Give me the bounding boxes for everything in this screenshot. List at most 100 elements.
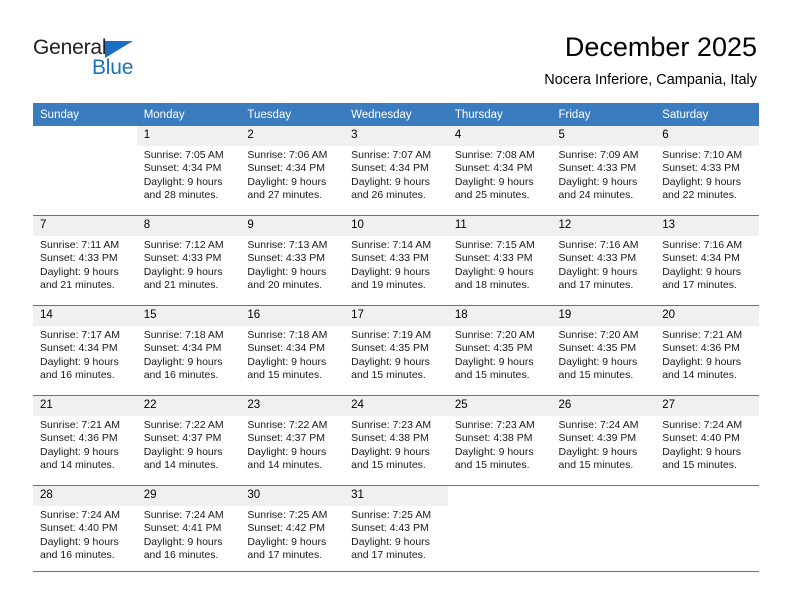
day-daylight2-text: and 15 minutes. <box>662 458 737 471</box>
day-daylight2-text: and 19 minutes. <box>351 278 426 291</box>
calendar-day-cell[interactable]: 26 Sunrise: 7:24 AM Sunset: 4:39 PM Dayligh… <box>551 395 656 486</box>
day-daylight2-text: and 28 minutes. <box>143 188 219 201</box>
day-daylight2-text: and 17 minutes. <box>351 548 426 561</box>
day-sunrise-text: Sunrise: 7:21 AM <box>662 329 743 341</box>
calendar-day-cell[interactable]: 28 Sunrise: 7:24 AM Sunset: 4:40 PM Dayligh… <box>33 485 137 575</box>
day-sunset-text: Sunset: 4:35 PM <box>454 342 533 355</box>
day-daylight2-text: and 25 minutes. <box>454 188 530 201</box>
day-sunrise-text: Sunrise: 7:20 AM <box>558 329 639 341</box>
day-daylight1-text: Daylight: 9 hours <box>454 265 534 278</box>
day-number: 13 <box>655 216 759 236</box>
day-sunset-text: Sunset: 4:34 PM <box>454 162 533 175</box>
day-cell-inner: 31 Sunrise: 7:25 AM Sunset: 4:43 PM Dayligh… <box>344 486 448 575</box>
calendar-day-cell[interactable]: 23 Sunrise: 7:22 AM Sunset: 4:37 PM Dayligh… <box>240 395 345 486</box>
day-daylight1-text: Daylight: 9 hours <box>454 445 534 458</box>
calendar-cell-empty <box>551 485 656 575</box>
day-daylight1-text: Daylight: 9 hours <box>143 445 223 458</box>
calendar-day-cell[interactable]: 10 Sunrise: 7:14 AM Sunset: 4:33 PM Dayligh… <box>344 215 448 306</box>
calendar-day-cell[interactable]: 24 Sunrise: 7:23 AM Sunset: 4:38 PM Dayligh… <box>344 395 448 486</box>
day-sunset-text: Sunset: 4:43 PM <box>351 522 429 535</box>
page-title: December 2025 <box>564 32 757 62</box>
day-details: Sunrise: 7:20 AM Sunset: 4:35 PM Daylight:… <box>552 326 656 382</box>
calendar-day-cell[interactable]: 8 Sunrise: 7:12 AM Sunset: 4:33 PM Daylight… <box>136 215 241 306</box>
page-header: General Blue December 2025 Nocera Inferi… <box>0 0 792 100</box>
calendar-day-cell[interactable]: 18 Sunrise: 7:20 AM Sunset: 4:35 PM Dayligh… <box>447 305 552 396</box>
day-number: 22 <box>136 396 241 416</box>
day-daylight1-text: Daylight: 9 hours <box>558 445 638 458</box>
day-cell-inner: 6 Sunrise: 7:10 AM Sunset: 4:33 PM Daylight… <box>655 126 759 215</box>
day-number: 6 <box>655 126 759 146</box>
day-sunset-text: Sunset: 4:38 PM <box>351 432 429 445</box>
day-number: 28 <box>33 486 137 506</box>
day-number: 11 <box>447 216 552 236</box>
day-details: Sunrise: 7:21 AM Sunset: 4:36 PM Daylight:… <box>33 416 137 472</box>
calendar-day-cell[interactable]: 25 Sunrise: 7:23 AM Sunset: 4:38 PM Dayligh… <box>447 395 552 486</box>
weekday-header-wednesday: Wednesday <box>344 103 448 126</box>
day-number: 8 <box>136 216 241 236</box>
day-cell-inner: 24 Sunrise: 7:23 AM Sunset: 4:38 PM Dayligh… <box>344 396 448 485</box>
day-cell-inner: 12 Sunrise: 7:16 AM Sunset: 4:33 PM Dayligh… <box>551 216 656 305</box>
calendar-day-cell[interactable]: 13 Sunrise: 7:16 AM Sunset: 4:34 PM Dayligh… <box>655 215 759 306</box>
day-sunset-text: Sunset: 4:33 PM <box>454 252 533 265</box>
day-daylight1-text: Daylight: 9 hours <box>662 355 742 368</box>
day-daylight1-text: Daylight: 9 hours <box>247 535 327 548</box>
calendar-day-cell[interactable]: 6 Sunrise: 7:10 AM Sunset: 4:33 PM Daylight… <box>655 126 759 216</box>
day-details: Sunrise: 7:06 AM Sunset: 4:34 PM Daylight:… <box>240 146 344 202</box>
day-sunset-text: Sunset: 4:40 PM <box>40 522 118 535</box>
day-details: Sunrise: 7:05 AM Sunset: 4:34 PM Daylight:… <box>137 146 241 202</box>
calendar-day-cell[interactable]: 22 Sunrise: 7:22 AM Sunset: 4:37 PM Dayligh… <box>136 395 241 486</box>
day-cell-inner: 14 Sunrise: 7:17 AM Sunset: 4:34 PM Dayligh… <box>33 306 137 395</box>
day-details: Sunrise: 7:13 AM Sunset: 4:33 PM Daylight:… <box>240 236 344 292</box>
day-cell-inner <box>655 486 759 575</box>
day-daylight2-text: and 15 minutes. <box>454 458 530 471</box>
calendar-day-cell[interactable]: 7 Sunrise: 7:11 AM Sunset: 4:33 PM Daylight… <box>33 215 137 306</box>
day-number: 29 <box>136 486 241 506</box>
day-daylight2-text: and 15 minutes. <box>351 458 426 471</box>
day-daylight1-text: Daylight: 9 hours <box>558 355 638 368</box>
day-number: 26 <box>551 396 656 416</box>
day-cell-inner: 3 Sunrise: 7:07 AM Sunset: 4:34 PM Daylight… <box>344 126 448 215</box>
calendar-day-cell[interactable]: 20 Sunrise: 7:21 AM Sunset: 4:36 PM Dayligh… <box>655 305 759 396</box>
day-daylight1-text: Daylight: 9 hours <box>454 175 534 188</box>
calendar-day-cell[interactable]: 30 Sunrise: 7:25 AM Sunset: 4:42 PM Dayligh… <box>240 485 345 575</box>
calendar-day-cell[interactable]: 15 Sunrise: 7:18 AM Sunset: 4:34 PM Dayligh… <box>136 305 241 396</box>
day-cell-inner <box>448 486 552 575</box>
calendar-day-cell[interactable]: 2 Sunrise: 7:06 AM Sunset: 4:34 PM Daylight… <box>240 126 345 216</box>
day-details: Sunrise: 7:19 AM Sunset: 4:35 PM Daylight:… <box>344 326 448 382</box>
calendar-day-cell[interactable]: 9 Sunrise: 7:13 AM Sunset: 4:33 PM Daylight… <box>240 215 345 306</box>
day-cell-inner: 22 Sunrise: 7:22 AM Sunset: 4:37 PM Dayligh… <box>136 396 241 485</box>
day-cell-inner: 10 Sunrise: 7:14 AM Sunset: 4:33 PM Dayligh… <box>344 216 448 305</box>
day-cell-inner: 29 Sunrise: 7:24 AM Sunset: 4:41 PM Dayligh… <box>136 486 241 575</box>
weekday-header-monday: Monday <box>136 103 241 126</box>
calendar-day-cell[interactable]: 1 Sunrise: 7:05 AM Sunset: 4:34 PM Daylight… <box>136 126 241 216</box>
day-details: Sunrise: 7:15 AM Sunset: 4:33 PM Daylight:… <box>448 236 552 292</box>
calendar-day-cell[interactable]: 19 Sunrise: 7:20 AM Sunset: 4:35 PM Dayligh… <box>551 305 656 396</box>
calendar-day-cell[interactable]: 27 Sunrise: 7:24 AM Sunset: 4:40 PM Dayligh… <box>655 395 759 486</box>
calendar-day-cell[interactable]: 14 Sunrise: 7:17 AM Sunset: 4:34 PM Dayligh… <box>33 305 137 396</box>
calendar-day-cell[interactable]: 17 Sunrise: 7:19 AM Sunset: 4:35 PM Dayligh… <box>344 305 448 396</box>
day-daylight1-text: Daylight: 9 hours <box>662 265 742 278</box>
page-subtitle: Nocera Inferiore, Campania, Italy <box>544 72 757 88</box>
general-blue-logo[interactable]: General Blue <box>33 36 263 84</box>
day-details: Sunrise: 7:18 AM Sunset: 4:34 PM Daylight:… <box>240 326 344 382</box>
calendar-day-cell[interactable]: 21 Sunrise: 7:21 AM Sunset: 4:36 PM Dayligh… <box>33 395 137 486</box>
day-daylight1-text: Daylight: 9 hours <box>40 355 119 368</box>
day-daylight2-text: and 21 minutes. <box>143 278 219 291</box>
calendar-week-row: 1 Sunrise: 7:05 AM Sunset: 4:34 PM Daylight… <box>33 126 759 216</box>
day-daylight1-text: Daylight: 9 hours <box>558 265 638 278</box>
calendar-day-cell[interactable]: 4 Sunrise: 7:08 AM Sunset: 4:34 PM Daylight… <box>447 126 552 216</box>
day-daylight1-text: Daylight: 9 hours <box>247 265 327 278</box>
calendar-day-cell[interactable]: 31 Sunrise: 7:25 AM Sunset: 4:43 PM Dayligh… <box>344 485 448 575</box>
calendar-day-cell[interactable]: 12 Sunrise: 7:16 AM Sunset: 4:33 PM Dayligh… <box>551 215 656 306</box>
weekday-header-saturday: Saturday <box>655 103 759 126</box>
calendar-day-cell[interactable]: 11 Sunrise: 7:15 AM Sunset: 4:33 PM Dayligh… <box>447 215 552 306</box>
day-daylight1-text: Daylight: 9 hours <box>558 175 638 188</box>
calendar-day-cell[interactable]: 5 Sunrise: 7:09 AM Sunset: 4:33 PM Daylight… <box>551 126 656 216</box>
calendar-day-cell[interactable]: 3 Sunrise: 7:07 AM Sunset: 4:34 PM Daylight… <box>344 126 448 216</box>
calendar-day-cell[interactable]: 29 Sunrise: 7:24 AM Sunset: 4:41 PM Dayligh… <box>136 485 241 575</box>
day-daylight2-text: and 15 minutes. <box>558 458 634 471</box>
calendar-day-cell[interactable]: 16 Sunrise: 7:18 AM Sunset: 4:34 PM Dayligh… <box>240 305 345 396</box>
day-daylight1-text: Daylight: 9 hours <box>143 355 223 368</box>
day-details: Sunrise: 7:21 AM Sunset: 4:36 PM Daylight:… <box>655 326 759 382</box>
day-sunset-text: Sunset: 4:34 PM <box>143 162 222 175</box>
